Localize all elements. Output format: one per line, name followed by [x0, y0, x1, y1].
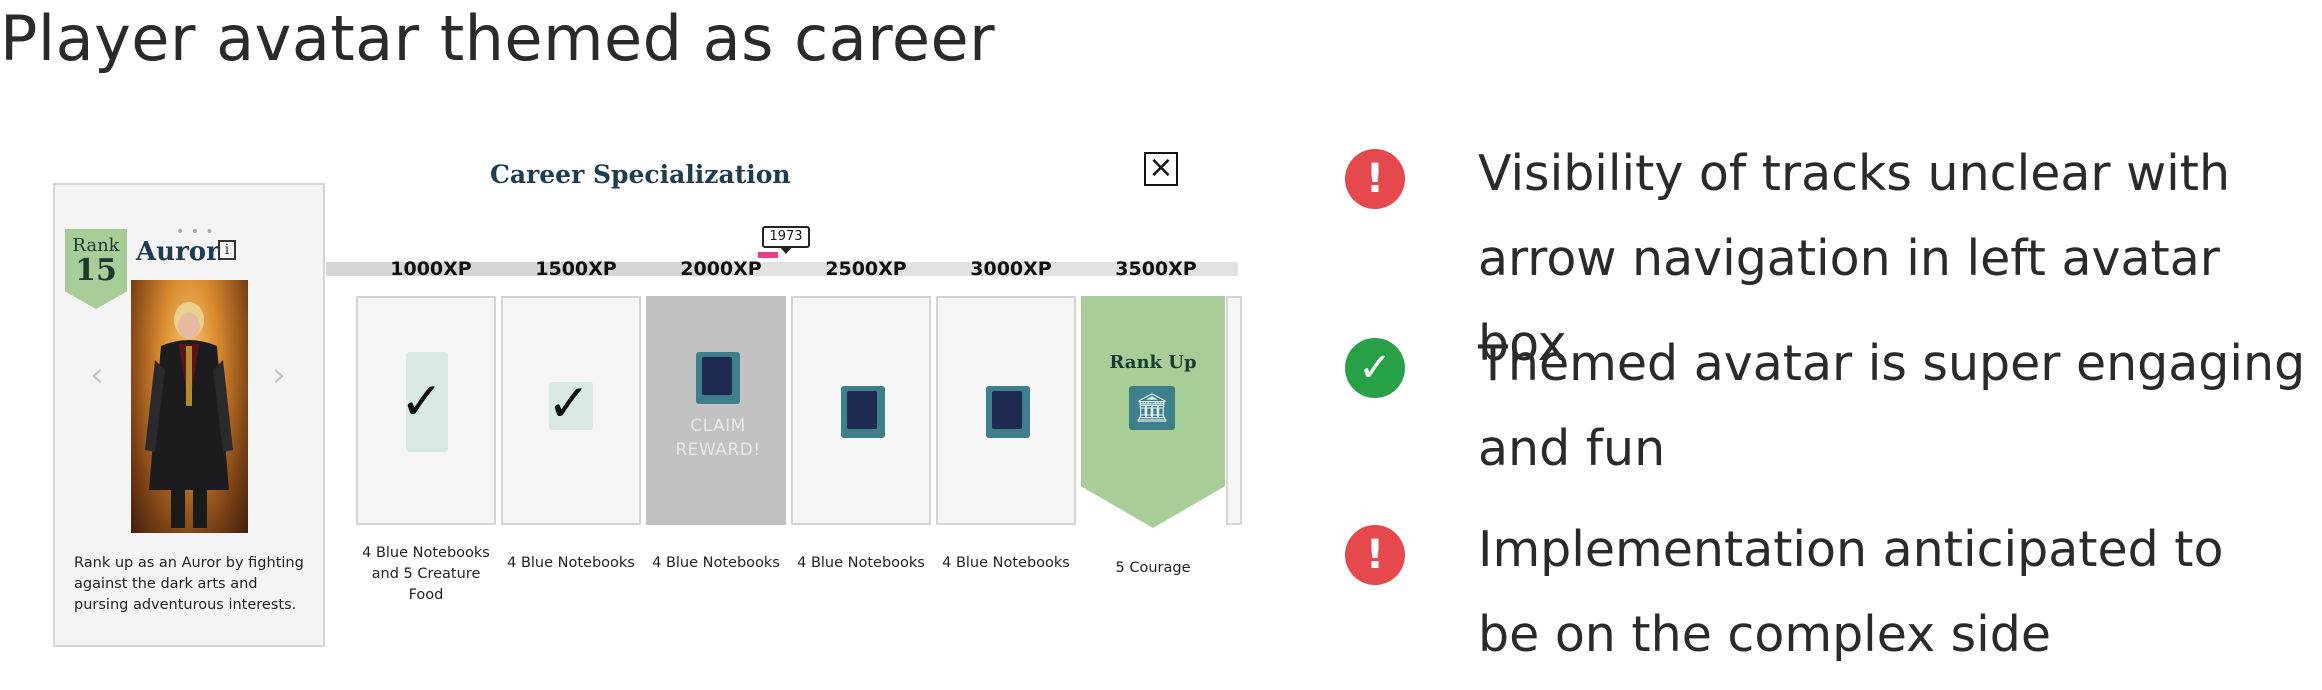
reward-slot-locked[interactable] — [791, 296, 931, 525]
info-icon[interactable]: i — [218, 240, 236, 260]
reward-slot-locked[interactable] — [936, 296, 1076, 525]
reward-slot-claim[interactable]: CLAIM REWARD! — [646, 296, 786, 525]
reward-slot-claimed[interactable]: ✓ — [356, 296, 496, 525]
reward-slot-rank-up[interactable]: Rank Up 🏛 — [1081, 296, 1225, 528]
milestone-xp: 2500XP — [825, 258, 907, 280]
avatar-figure — [145, 302, 233, 528]
reward-text: 5 Courage — [1115, 560, 1191, 576]
feedback-line: Visibility of tracks unclear with — [1478, 145, 2231, 202]
avatar-image — [131, 280, 248, 533]
rank-number: 15 — [75, 253, 117, 288]
reward-text: 4 Blue Notebooks — [797, 555, 925, 571]
notebook-icon — [696, 352, 740, 404]
chevron-left-icon[interactable]: ‹ — [90, 358, 104, 392]
rank-up-label: Rank Up — [1109, 352, 1197, 373]
checkmark-icon: ✓ — [547, 374, 591, 434]
track-title: Career Specialization — [490, 160, 791, 189]
courage-icon: 🏛 — [1129, 386, 1175, 430]
career-mockup: Rank 15 • • • Auror i ‹ › Rank up as an … — [50, 140, 1250, 660]
reward-slot-partial[interactable] — [1226, 296, 1242, 525]
milestone-xp: 1000XP — [390, 258, 472, 280]
exclamation-icon: ! — [1345, 149, 1405, 209]
exclamation-icon: ! — [1345, 525, 1405, 585]
reward-text: 4 Blue Notebooks — [942, 555, 1070, 571]
milestone-xp: 1500XP — [535, 258, 617, 280]
notebook-icon — [986, 386, 1030, 438]
page-title: Player avatar themed as career — [0, 2, 996, 75]
current-xp-marker: 1973 — [758, 226, 810, 258]
milestone-xp: 3000XP — [970, 258, 1052, 280]
reward-text: 4 Blue Notebooks and 5 Creature Food — [362, 545, 490, 603]
rank-badge: Rank 15 — [65, 229, 127, 309]
feedback-line: and fun — [1478, 420, 1666, 477]
avatar-description: Rank up as an Auror by fighting against … — [74, 555, 304, 613]
feedback-line: be on the complex side — [1478, 606, 2052, 663]
feedback-item: Themed avatar is super engaging and fun — [1478, 321, 2318, 491]
milestone-xp: 2000XP — [680, 258, 762, 280]
notebook-icon — [841, 386, 885, 438]
reward-text: 4 Blue Notebooks — [507, 555, 635, 571]
current-xp-value: 1973 — [762, 226, 810, 248]
chevron-right-icon[interactable]: › — [272, 358, 286, 392]
check-icon: ✓ — [1345, 338, 1405, 398]
reward-text: 4 Blue Notebooks — [652, 555, 780, 571]
feedback-item: Implementation anticipated to be on the … — [1478, 507, 2318, 677]
marker-tip-icon — [779, 246, 793, 254]
checkmark-icon: ✓ — [400, 372, 444, 432]
career-name: Auror — [136, 237, 220, 267]
milestone-xp: 3500XP — [1115, 258, 1197, 280]
feedback-line: Themed avatar is super engaging — [1478, 335, 2306, 392]
reward-slot-claimed[interactable]: ✓ — [501, 296, 641, 525]
close-icon[interactable]: × — [1144, 152, 1178, 186]
claim-reward-label[interactable]: CLAIM REWARD! — [648, 414, 788, 462]
feedback-line: Implementation anticipated to — [1478, 521, 2224, 578]
